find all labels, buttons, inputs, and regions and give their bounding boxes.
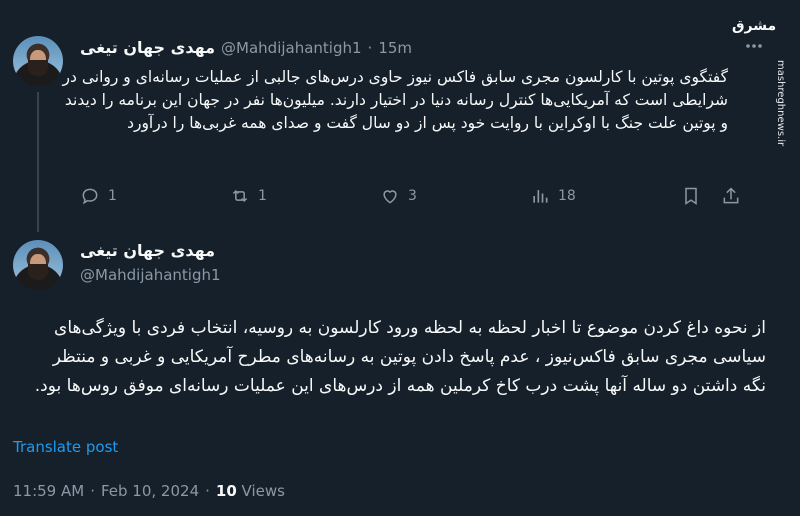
tweet-text: گفتگوی پوتین با کارلسون مجری سابق فاکس ن… [62, 68, 728, 132]
translate-post-link[interactable]: Translate post [13, 438, 118, 456]
tweet-timestamp-meta: 11:59 AM · Feb 10, 2024 · 10 Views [13, 482, 285, 500]
tweet-header: مهدی جهان تیغی @Mahdijahantigh1 · 15m [80, 38, 412, 57]
repost-button[interactable]: 1 [230, 186, 267, 206]
views-count: 18 [558, 188, 576, 204]
post-date[interactable]: Feb 10, 2024 [101, 482, 199, 500]
avatar[interactable] [13, 36, 63, 86]
views-number: 10 [215, 482, 237, 500]
thread-connector-line [37, 92, 39, 232]
tweet-text: از نحوه داغ کردن موضوع تا اخبار لحظه به … [34, 318, 766, 396]
views-button[interactable]: 18 [530, 186, 576, 206]
user-handle[interactable]: @Mahdijahantigh1 [80, 266, 221, 284]
separator-dot: · [205, 482, 210, 500]
reply-button[interactable]: 1 [80, 186, 117, 206]
display-name[interactable]: مهدی جهان تیغی [80, 38, 215, 57]
heart-icon [383, 190, 397, 204]
user-handle[interactable]: @Mahdijahantigh1 [221, 39, 362, 57]
repost-count: 1 [258, 188, 267, 204]
post-time[interactable]: 11:59 AM [13, 482, 84, 500]
avatar[interactable] [13, 240, 63, 290]
mashregh-logo: مشرق [732, 18, 777, 34]
reply-count: 1 [108, 188, 117, 204]
like-button[interactable]: 3 [380, 186, 417, 206]
separator-dot: · [90, 482, 95, 500]
mashregh-site-watermark: mashreghnews.ir [775, 60, 786, 147]
more-options-icon[interactable] [744, 36, 764, 60]
like-count: 3 [408, 188, 417, 204]
separator-dot: · [367, 38, 373, 57]
display-name[interactable]: مهدی جهان تیغی [80, 241, 215, 260]
analytics-icon [533, 190, 548, 203]
share-icon[interactable] [721, 186, 741, 210]
bookmark-icon[interactable] [681, 186, 701, 210]
views-label: Views [241, 482, 285, 500]
tweet-time[interactable]: 15m [378, 39, 412, 57]
repost-icon [232, 189, 248, 203]
reply-icon [82, 188, 98, 205]
